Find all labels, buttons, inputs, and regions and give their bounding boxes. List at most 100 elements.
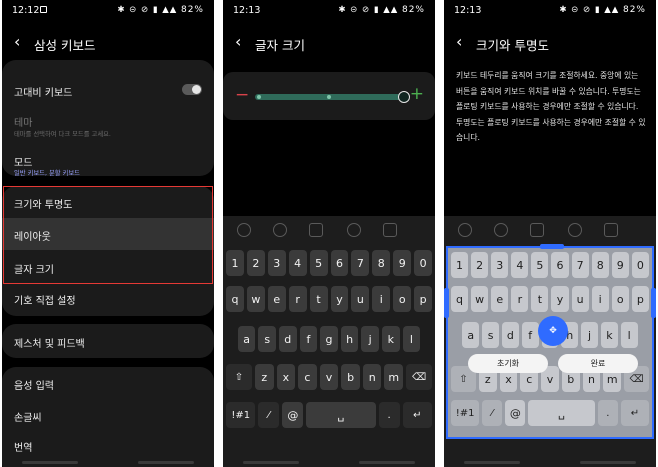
number-row: 1 2 3 4 5 6 7 8 9 0 <box>226 250 433 276</box>
increase-size-button[interactable]: + <box>410 84 424 104</box>
key-c[interactable]: c <box>298 364 317 390</box>
decrease-size-button[interactable]: − <box>235 85 249 105</box>
key-v[interactable]: v <box>319 364 339 390</box>
key-2[interactable]: 2 <box>246 250 265 276</box>
qwerty-row: q w e r t y u i o p <box>226 286 433 312</box>
backspace-key[interactable]: ⌫ <box>406 364 433 390</box>
key-n[interactable]: n <box>362 364 382 390</box>
key-2: 2 <box>471 252 489 278</box>
done-button[interactable]: 완료 <box>558 354 638 373</box>
key-r[interactable]: r <box>288 286 307 312</box>
setting-label: 손글씨 <box>14 413 42 424</box>
left-resize-handle[interactable] <box>444 288 449 318</box>
key-x[interactable]: x <box>276 364 296 390</box>
status-icons: ✱ ⊝ ⊘ ▮ ▲▲ 82% <box>559 5 646 15</box>
font-size-screen: 12:13 ✱ ⊝ ⊘ ▮ ▲▲ 82% ‹ 글자 크기 − + 1 2 3 4… <box>223 0 435 467</box>
key-j[interactable]: j <box>361 326 379 352</box>
key-w[interactable]: w <box>246 286 265 312</box>
space-key[interactable]: ␣ <box>306 402 376 428</box>
back-arrow-icon[interactable]: ‹ <box>456 32 462 52</box>
language-key[interactable]: ⁄ <box>258 402 280 428</box>
clipboard-icon[interactable] <box>383 223 397 237</box>
key-e[interactable]: e <box>267 286 286 312</box>
key-a[interactable]: a <box>237 326 256 352</box>
key-i[interactable]: i <box>372 286 391 312</box>
key-w: w <box>471 286 489 312</box>
emoji-icon[interactable] <box>273 223 287 237</box>
period-key[interactable]: . <box>378 402 400 428</box>
status-icons: ✱ ⊝ ⊘ ▮ ▲▲ 82% <box>338 5 425 15</box>
key-i: i <box>591 286 609 312</box>
setting-label: 기호 직접 설정 <box>14 296 76 307</box>
key-t[interactable]: t <box>309 286 328 312</box>
sparkle-icon[interactable] <box>237 223 251 237</box>
sticker-icon[interactable] <box>309 223 323 237</box>
symbols-key[interactable]: !#1 <box>226 402 256 428</box>
back-arrow-icon[interactable]: ‹ <box>235 32 241 52</box>
sparkle-icon <box>458 223 472 237</box>
setting-custom-symbols[interactable]: 기호 직접 설정 <box>2 286 214 316</box>
home-indicator <box>223 461 435 464</box>
move-arrows-icon[interactable]: ✥ <box>538 316 568 346</box>
high-contrast-toggle[interactable] <box>182 84 202 95</box>
font-size-slider[interactable] <box>255 91 410 103</box>
key-p[interactable]: p <box>414 286 433 312</box>
key-1[interactable]: 1 <box>226 250 244 276</box>
key-4[interactable]: 4 <box>288 250 307 276</box>
setting-high-contrast[interactable]: 고대비 키보드 <box>2 74 214 104</box>
top-resize-handle[interactable] <box>540 244 564 249</box>
key-q[interactable]: q <box>226 286 244 312</box>
battery-level: 82% <box>401 5 425 15</box>
key-r: r <box>511 286 529 312</box>
key-9: 9 <box>611 252 629 278</box>
key-0[interactable]: 0 <box>414 250 433 276</box>
setting-translate[interactable]: 번역 <box>2 431 214 463</box>
at-key[interactable]: @ <box>282 402 304 428</box>
signal-icons: ✱ ⊝ ⊘ ▮ ▲▲ <box>338 5 399 15</box>
key-z[interactable]: z <box>255 364 274 390</box>
slider-tick <box>327 95 331 99</box>
setting-handwriting[interactable]: 손글씨 <box>2 399 214 431</box>
back-arrow-icon[interactable]: ‹ <box>14 32 20 52</box>
key-h[interactable]: h <box>340 326 359 352</box>
key-b[interactable]: b <box>341 364 360 390</box>
key-6[interactable]: 6 <box>330 250 349 276</box>
key-s[interactable]: s <box>258 326 276 352</box>
key-f[interactable]: f <box>299 326 318 352</box>
key-a: a <box>462 322 480 348</box>
battery-level: 82% <box>180 5 204 15</box>
key-3[interactable]: 3 <box>267 250 286 276</box>
key-d[interactable]: d <box>278 326 297 352</box>
setting-mode[interactable]: 모드 일반 키보드, 분할 키보드 <box>2 146 214 177</box>
right-resize-handle[interactable] <box>651 288 656 318</box>
shift-key[interactable]: ⇧ <box>226 364 252 390</box>
settings-screen: 12:12 ✱ ⊝ ⊘ ▮ ▲▲ 82% ‹ 삼성 키보드 고대비 키보드 테마… <box>2 0 214 467</box>
key-y[interactable]: y <box>330 286 349 312</box>
setting-voice-input[interactable]: 음성 입력 <box>2 367 214 399</box>
gear-icon[interactable] <box>347 223 361 237</box>
key-9[interactable]: 9 <box>393 250 412 276</box>
setting-gestures-feedback[interactable]: 제스처 및 피드백 <box>2 324 214 358</box>
key-s: s <box>482 322 499 348</box>
key-7[interactable]: 7 <box>351 250 370 276</box>
key-8: 8 <box>591 252 609 278</box>
keyboard-resize-frame[interactable]: 1 2 3 4 5 6 7 8 9 0 q w e r t y u i o p … <box>444 244 656 439</box>
key-g[interactable]: g <box>320 326 338 352</box>
slider-thumb[interactable] <box>398 91 410 103</box>
key-l[interactable]: l <box>402 326 421 352</box>
key-k[interactable]: k <box>381 326 400 352</box>
enter-key[interactable]: ↵ <box>402 402 432 428</box>
home-indicator <box>2 461 214 464</box>
setting-sub: 테마를 선택하여 다크 모드를 고세요. <box>14 131 111 138</box>
key-u[interactable]: u <box>351 286 370 312</box>
toggle-knob <box>192 85 201 94</box>
key-m[interactable]: m <box>384 364 404 390</box>
size-transparency-screen: 12:13 ✱ ⊝ ⊘ ▮ ▲▲ 82% ‹ 크기와 투명도 키보드 테두리를 … <box>444 0 656 467</box>
reset-button[interactable]: 초기화 <box>468 354 548 373</box>
settings-card-gestures: 제스처 및 피드백 <box>2 324 214 358</box>
key-8[interactable]: 8 <box>372 250 391 276</box>
clipboard-icon <box>604 223 618 237</box>
key-o[interactable]: o <box>393 286 412 312</box>
key-5[interactable]: 5 <box>309 250 328 276</box>
keyboard-resize-editor: 1 2 3 4 5 6 7 8 9 0 q w e r t y u i o p … <box>444 216 656 467</box>
